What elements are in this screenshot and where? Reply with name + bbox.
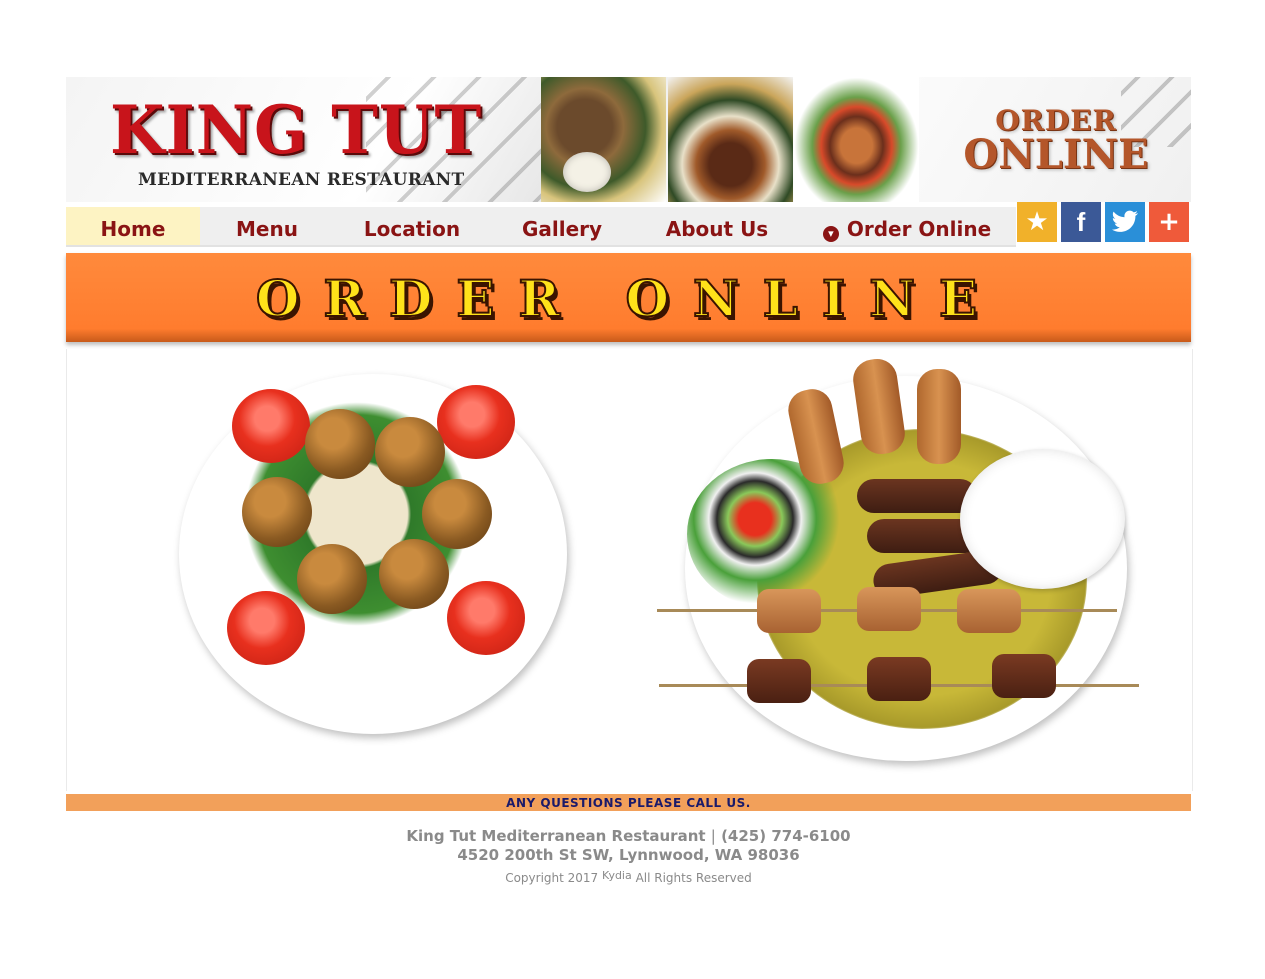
footer-address: 4520 200th St SW, Lynnwood, WA 98036 [457, 846, 800, 864]
banner-photo-food-2 [668, 77, 793, 202]
facebook-icon[interactable]: f [1061, 202, 1101, 242]
beef-kebab-piece [867, 657, 931, 701]
footer-rights: All Rights Reserved [635, 871, 752, 885]
chicken-kebab-piece [857, 587, 921, 631]
order-online-logo[interactable]: ORDER ONLINE [946, 107, 1166, 175]
greek-salad [687, 459, 857, 609]
logo-subtitle: MEDITERRANEAN RESTAURANT [138, 170, 465, 190]
beef-kebab-piece [992, 654, 1056, 698]
nav-item-menu[interactable]: Menu [214, 207, 320, 245]
order-online-banner-text: ORDER ONLINE [255, 268, 1002, 329]
share-plus-icon[interactable]: + [1149, 202, 1189, 242]
twitter-icon[interactable] [1105, 202, 1145, 242]
favorite-star-icon[interactable]: ★ [1017, 202, 1057, 242]
order-online-banner[interactable]: ORDER ONLINE [66, 253, 1191, 342]
footer-copyright-line: Copyright 2017 Kydia All Rights Reserved [66, 867, 1191, 887]
falafel-ball [305, 409, 375, 479]
falafel-ball [375, 417, 445, 487]
beef-kofta [857, 479, 977, 513]
tomato-slice [447, 581, 525, 655]
banner-photo-food-3 [794, 77, 919, 202]
chicken-kebab-piece [757, 589, 821, 633]
food-showcase [66, 349, 1193, 791]
footer: King Tut Mediterranean Restaurant | (425… [66, 827, 1191, 887]
order-logo-line2: ONLINE [963, 131, 1149, 178]
footer-separator: | [710, 827, 716, 845]
nav-item-location[interactable]: Location [350, 207, 474, 245]
tomato-slice [437, 385, 515, 459]
main-nav: Home Menu Location Gallery About Us ▾ Ord… [66, 207, 1016, 247]
beef-kebab-piece [747, 659, 811, 703]
twitter-bird-glyph [1111, 210, 1139, 232]
chicken-kebab-piece [957, 589, 1021, 633]
falafel-ball [422, 479, 492, 549]
footer-restaurant-name: King Tut Mediterranean Restaurant [406, 827, 706, 845]
nav-item-about-us[interactable]: About Us [650, 207, 784, 245]
footer-brand-link[interactable]: Kydia [602, 869, 632, 882]
nav-item-home[interactable]: Home [66, 207, 200, 245]
page: KING TUT MEDITERRANEAN RESTAURANT ORDER … [66, 77, 1193, 885]
tzatziki-bowl [960, 449, 1125, 589]
footer-copyright: Copyright 2017 [505, 871, 599, 885]
nav-item-gallery[interactable]: Gallery [506, 207, 618, 245]
chicken-piece [917, 369, 961, 464]
tomato-slice [232, 389, 310, 463]
tomato-slice [227, 591, 305, 665]
falafel-ball [379, 539, 449, 609]
call-us-bar: ANY QUESTIONS PLEASE CALL US. [66, 794, 1191, 811]
nav-item-order-online[interactable]: ▾ Order Online [814, 207, 1000, 245]
order-cart-icon: ▾ [822, 226, 839, 242]
falafel-ball [297, 544, 367, 614]
header-banner: KING TUT MEDITERRANEAN RESTAURANT ORDER … [66, 77, 1191, 202]
nav-item-order-online-label: Order Online [846, 217, 992, 241]
footer-line-contact: King Tut Mediterranean Restaurant | (425… [66, 827, 1191, 846]
banner-photo-food-1 [541, 77, 666, 202]
falafel-ball [242, 477, 312, 547]
logo-title[interactable]: KING TUT [110, 95, 482, 165]
footer-phone[interactable]: (425) 774-6100 [721, 827, 851, 845]
